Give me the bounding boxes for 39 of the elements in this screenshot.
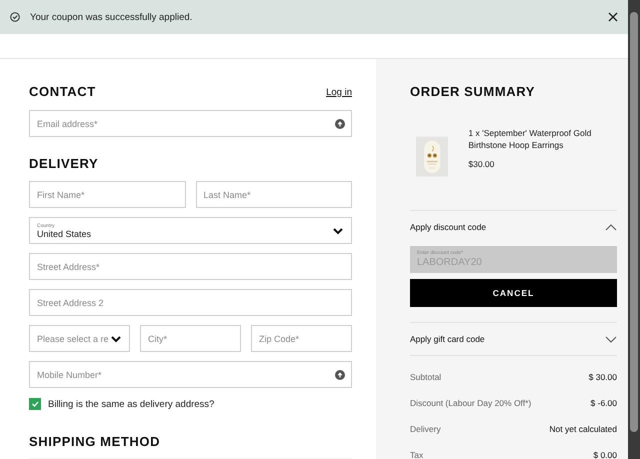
accordion-title[interactable]: Apply gift card code	[410, 334, 485, 344]
total-value: Not yet calculated	[549, 424, 617, 434]
chevron-down-icon[interactable]	[332, 226, 344, 236]
scrollbar[interactable]	[628, 0, 640, 459]
section-heading: DELIVERY	[29, 156, 98, 172]
select-field[interactable]: Please select a re	[29, 325, 130, 352]
check-circle-icon	[10, 12, 20, 22]
notification-message: Your coupon was successfully applied.	[30, 12, 194, 22]
input-field[interactable]: Street Address 2	[29, 289, 352, 316]
help-icon[interactable]	[335, 370, 345, 380]
product-name: 1 x 'September' Waterproof Gold Birthstone Hoop Earrings	[468, 127, 592, 151]
field-placeholder: Please select a re	[37, 334, 110, 344]
section-heading: CONTACT	[29, 84, 96, 100]
total-value: $ 0.00	[593, 450, 617, 459]
total-label: Discount (Labour Day 20% Off*)	[410, 398, 532, 408]
section-heading: SHIPPING METHOD	[29, 434, 160, 450]
check-icon	[31, 400, 39, 408]
checkbox-label: Billing is the same as delivery address?	[48, 398, 214, 410]
input-field[interactable]: Zip Code*	[251, 325, 352, 352]
total-label: Tax	[410, 450, 424, 459]
input-field[interactable]: Street Address*	[29, 253, 352, 280]
total-value: $ 30.00	[588, 372, 617, 382]
input-field[interactable]: Mobile Number*	[29, 361, 352, 388]
close-icon[interactable]	[608, 12, 618, 22]
login-link[interactable]: Log in	[326, 86, 352, 98]
chevron-down-icon[interactable]	[605, 336, 617, 342]
total-value: $ -6.00	[590, 398, 617, 408]
checkbox[interactable]	[29, 398, 41, 410]
chevron-down-icon[interactable]	[110, 334, 122, 344]
input-field[interactable]: City*	[140, 325, 241, 352]
input-field[interactable]: First Name*	[29, 181, 186, 208]
input-field[interactable]: Last Name*	[196, 181, 352, 208]
help-icon[interactable]	[335, 118, 345, 128]
total-label: Delivery	[410, 424, 441, 434]
field-value: United States	[37, 228, 92, 238]
input-field[interactable]: Email address*	[29, 110, 352, 137]
product-price: $30.00	[468, 158, 496, 170]
total-label: Subtotal	[410, 372, 442, 382]
section-heading: ORDER SUMMARY	[410, 84, 536, 100]
